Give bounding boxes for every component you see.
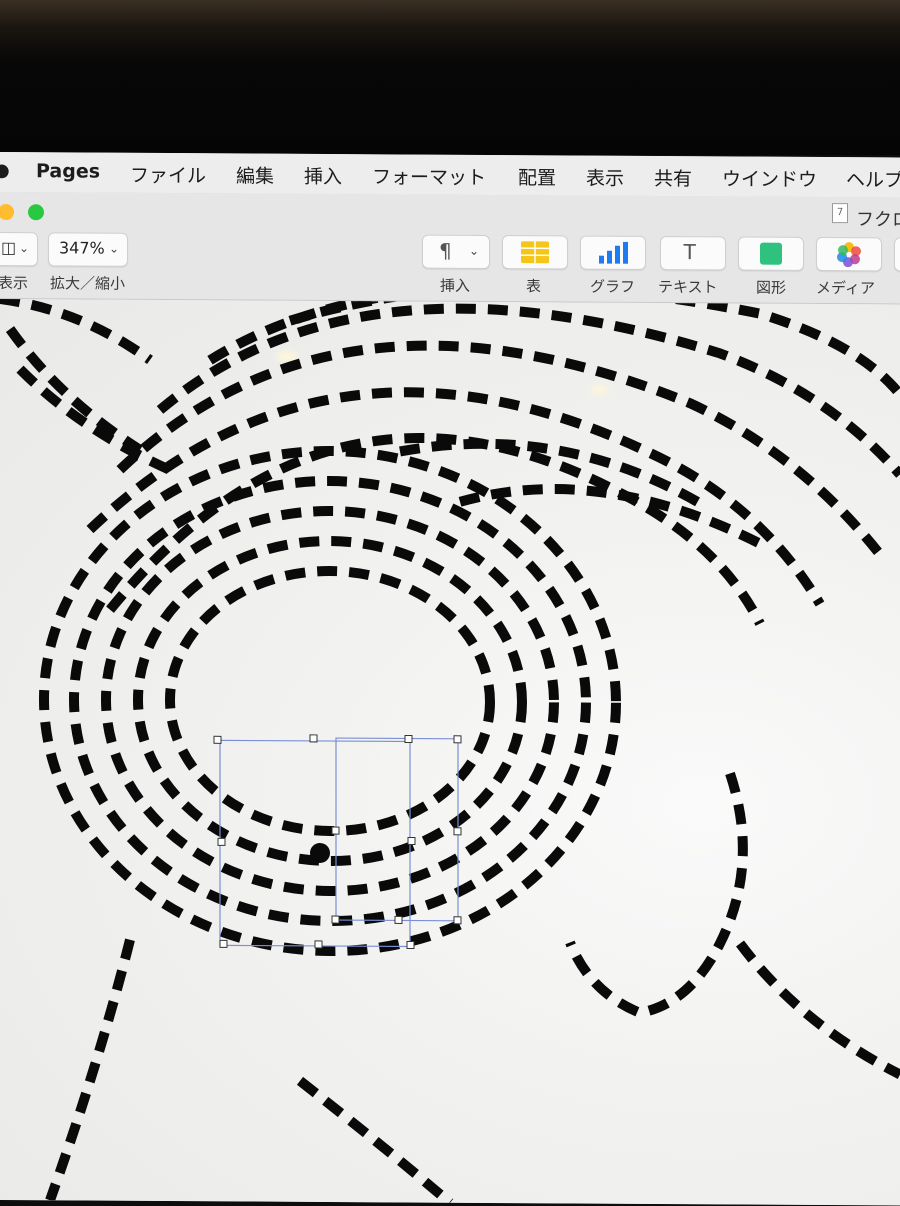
document-icon: 7 xyxy=(832,203,848,223)
menu-arrange[interactable]: 配置 xyxy=(518,163,556,190)
center-dot xyxy=(310,843,330,863)
media-label: メディア xyxy=(816,277,875,298)
view-button[interactable]: ◫ ⌄ xyxy=(0,232,38,266)
table-icon xyxy=(521,241,549,263)
dashed-pattern-drawing[interactable] xyxy=(0,299,900,1205)
zoom-button[interactable] xyxy=(28,204,44,220)
zoom-label: 拡大／縮小 xyxy=(50,272,125,293)
selection-handle xyxy=(405,735,412,742)
toolbar: ◫ ⌄ 表示 347% ⌄ 拡大／縮小 ¶ ⌄ 挿入 表 xyxy=(0,226,900,304)
selection-handle xyxy=(310,735,317,742)
selection-handle xyxy=(454,736,461,743)
menu-window[interactable]: ウインドウ xyxy=(722,164,817,192)
selection-handle xyxy=(220,940,227,947)
table-label: 表 xyxy=(526,275,541,296)
zoom-value: 347% xyxy=(59,238,105,257)
selection-handle xyxy=(395,916,402,923)
dashed-arc xyxy=(20,369,170,470)
shape-icon xyxy=(760,243,782,265)
shape-label: 図形 xyxy=(756,277,786,298)
dashed-arc xyxy=(0,299,150,360)
menu-edit[interactable]: 編集 xyxy=(236,161,274,188)
document-canvas[interactable] xyxy=(0,299,900,1205)
text-label: テキスト xyxy=(658,276,718,297)
dashed-ring xyxy=(138,540,522,862)
dashed-arc xyxy=(90,390,820,604)
chevron-down-icon: ⌄ xyxy=(109,242,119,256)
shape-button[interactable] xyxy=(738,237,804,271)
media-icon xyxy=(836,241,862,267)
monitor-bezel xyxy=(0,0,900,155)
table-button[interactable] xyxy=(502,235,568,269)
document-title: フクロ xyxy=(856,205,900,231)
selection-handle xyxy=(332,827,339,834)
dashed-ring xyxy=(44,449,616,952)
dashed-arc xyxy=(740,944,900,1075)
dashed-arc xyxy=(50,939,130,1200)
dashed-arc xyxy=(10,329,140,450)
menu-view[interactable]: 表示 xyxy=(586,164,624,191)
zoom-popup[interactable]: 347% ⌄ xyxy=(48,232,128,266)
selection-handle xyxy=(218,838,225,845)
menu-file[interactable]: ファイル xyxy=(130,161,206,188)
text-icon: T xyxy=(683,239,696,265)
menu-bar: ● Pages ファイル 編集 挿入 フォーマット 配置 表示 共有 ウインドウ… xyxy=(0,152,900,198)
chevron-down-icon: ⌄ xyxy=(19,241,29,255)
selection-handle xyxy=(454,917,461,924)
chart-label: グラフ xyxy=(590,276,635,297)
dashed-ring xyxy=(170,570,490,832)
selection-handle xyxy=(214,736,221,743)
selection-handle xyxy=(454,828,461,835)
view-label: 表示 xyxy=(0,272,28,293)
chart-button[interactable] xyxy=(580,236,646,270)
dashed-arc xyxy=(570,772,743,1013)
insert-button[interactable]: ¶ ⌄ xyxy=(422,235,490,269)
paragraph-icon: ¶ xyxy=(439,239,452,263)
selection-handle xyxy=(407,941,414,948)
menu-share[interactable]: 共有 xyxy=(654,164,692,191)
dashed-ring xyxy=(74,479,586,922)
minimize-button[interactable] xyxy=(0,204,14,220)
insert-label: 挿入 xyxy=(440,275,470,296)
screen: ● Pages ファイル 編集 挿入 フォーマット 配置 表示 共有 ウインドウ… xyxy=(0,152,900,1205)
apple-menu-icon[interactable]: ● xyxy=(0,160,10,181)
selection-handle xyxy=(408,837,415,844)
menu-help[interactable]: ヘルプ xyxy=(846,165,900,192)
text-button[interactable]: T xyxy=(660,236,726,270)
menu-format[interactable]: フォーマット xyxy=(372,162,486,190)
more-button[interactable] xyxy=(894,237,900,271)
selection-handle xyxy=(332,916,339,923)
menu-app-name[interactable]: Pages xyxy=(36,160,100,182)
selection-handle xyxy=(315,941,322,948)
media-button[interactable] xyxy=(816,237,882,271)
view-icon: ◫ xyxy=(1,238,16,257)
chart-icon xyxy=(598,242,628,264)
chevron-down-icon: ⌄ xyxy=(469,244,479,258)
dashed-arc xyxy=(460,488,760,543)
dashed-arc xyxy=(300,1081,450,1203)
menu-insert[interactable]: 挿入 xyxy=(304,162,342,189)
